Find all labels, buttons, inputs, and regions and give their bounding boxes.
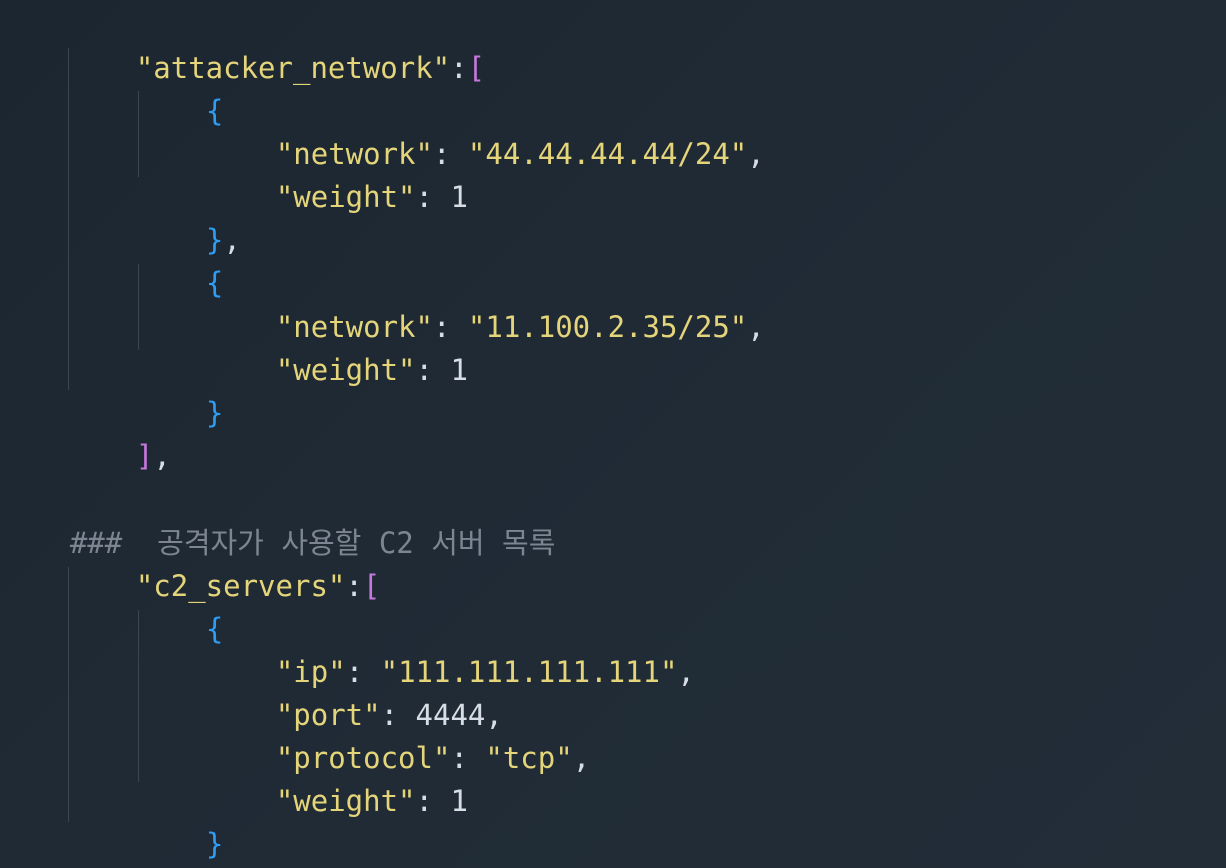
comma: , — [153, 439, 171, 473]
code-line[interactable]: "c2_servers":[ — [66, 522, 380, 603]
close-brace: } — [205, 827, 224, 861]
code-line[interactable]: { — [136, 565, 223, 646]
close-brace: } — [205, 396, 224, 430]
code-editor[interactable]: "attacker_network":[ { "network": "44.44… — [0, 0, 1226, 868]
json-key: "weight" — [275, 353, 416, 387]
colon: : — [450, 51, 468, 85]
code-line[interactable]: "port": 4444, — [206, 651, 503, 732]
open-bracket: [ — [467, 51, 486, 85]
code-line[interactable]: "ip": "111.111.111.111", — [206, 608, 695, 689]
code-line[interactable]: "weight": 1 — [206, 133, 468, 214]
colon: : — [345, 569, 363, 603]
json-key: "weight" — [275, 180, 416, 214]
code-line[interactable]: ### 공격자가 사용할 C2 서버 목록 — [0, 479, 556, 560]
open-bracket: [ — [362, 569, 381, 603]
json-value: "44.44.44.44/24" — [467, 137, 748, 171]
colon: : — [415, 353, 451, 387]
code-line[interactable]: "protocol": "tcp", — [206, 694, 590, 775]
code-line[interactable]: } — [136, 349, 223, 430]
code-line[interactable]: "network": "11.100.2.35/25", — [206, 263, 765, 344]
code-line[interactable]: { — [136, 219, 223, 300]
close-bracket: ] — [135, 439, 154, 473]
code-line[interactable]: } — [136, 780, 223, 861]
code-line[interactable]: ], — [66, 823, 171, 866]
comma: , — [223, 223, 241, 257]
comma: , — [677, 655, 695, 689]
json-value: "11.100.2.35/25" — [467, 310, 748, 344]
json-value: 1 — [450, 353, 468, 387]
colon: : — [415, 180, 451, 214]
code-line[interactable]: "weight": 1 — [206, 306, 468, 387]
comma: , — [747, 310, 765, 344]
code-line[interactable]: "network": "44.44.44.44/24", — [206, 90, 765, 171]
code-line[interactable]: ], — [66, 392, 171, 473]
json-key: "weight" — [275, 784, 416, 818]
json-value: "tcp" — [485, 741, 573, 775]
code-line[interactable]: "weight": 1 — [206, 737, 468, 818]
json-value: 1 — [450, 180, 468, 214]
code-line[interactable]: }, — [136, 176, 241, 257]
code-line[interactable]: "attacker_network":[ — [66, 4, 485, 85]
colon: : — [415, 784, 451, 818]
json-value: 1 — [450, 784, 468, 818]
code-line[interactable]: { — [136, 47, 223, 128]
comma: , — [747, 137, 765, 171]
comma: , — [572, 741, 591, 775]
